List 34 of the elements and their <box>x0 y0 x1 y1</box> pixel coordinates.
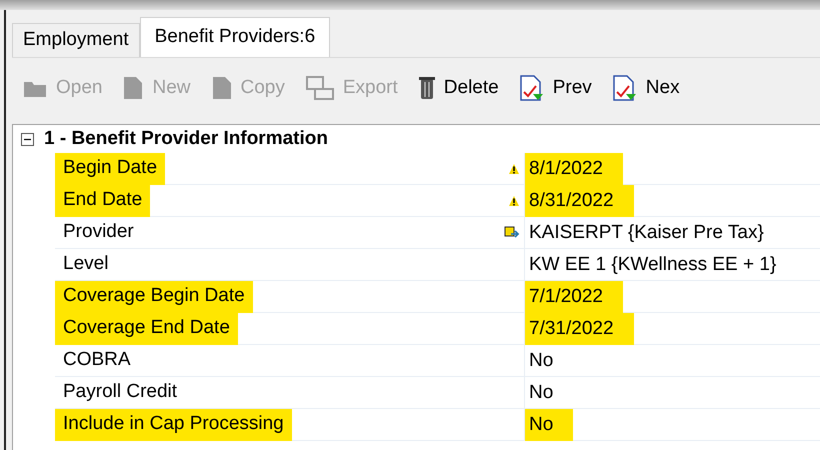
field-label: Coverage Begin Date <box>55 280 253 312</box>
warning-icon <box>508 194 520 206</box>
field-label: Level <box>62 252 110 276</box>
field-label: COBRA <box>62 348 132 372</box>
field-value[interactable]: No <box>525 409 574 441</box>
field-label: Coverage End Date <box>55 312 238 344</box>
lookup-icon[interactable] <box>504 226 520 240</box>
field-label: Payroll Credit <box>62 380 178 404</box>
toolbar-button[interactable]: Prev <box>518 74 592 102</box>
field-label: Include in Cap Processing <box>55 408 292 440</box>
section-title: 1 - Benefit Provider Information <box>44 126 328 151</box>
export-icon <box>304 75 335 101</box>
trash-icon <box>418 75 436 101</box>
collapse-toggle[interactable] <box>21 132 34 146</box>
field-label: End Date <box>55 184 150 216</box>
document-icon <box>122 75 144 101</box>
toolbar-button[interactable]: Nex <box>612 74 680 102</box>
document-icon <box>210 75 232 101</box>
field-value[interactable]: 8/1/2022 <box>525 153 623 185</box>
tab[interactable]: Benefit Providers:6 <box>140 17 330 57</box>
field-label: Provider <box>62 220 135 244</box>
field-value[interactable]: 7/1/2022 <box>525 281 623 313</box>
document-check-icon <box>518 74 545 102</box>
field-label: Begin Date <box>55 152 166 184</box>
field-value[interactable]: No <box>525 345 558 377</box>
document-check-icon <box>612 74 638 102</box>
field-value[interactable]: No <box>525 377 558 409</box>
field-value[interactable]: 8/31/2022 <box>525 185 634 217</box>
field-value[interactable]: KW EE 1 {KWellness EE + 1} <box>525 249 780 281</box>
field-value[interactable]: 7/31/2022 <box>525 313 634 345</box>
tab[interactable]: Employment <box>12 23 140 57</box>
warning-icon <box>508 162 520 174</box>
field-value[interactable]: KAISERPT {Kaiser Pre Tax} <box>525 217 768 249</box>
toolbar-button[interactable]: Delete <box>418 74 499 102</box>
